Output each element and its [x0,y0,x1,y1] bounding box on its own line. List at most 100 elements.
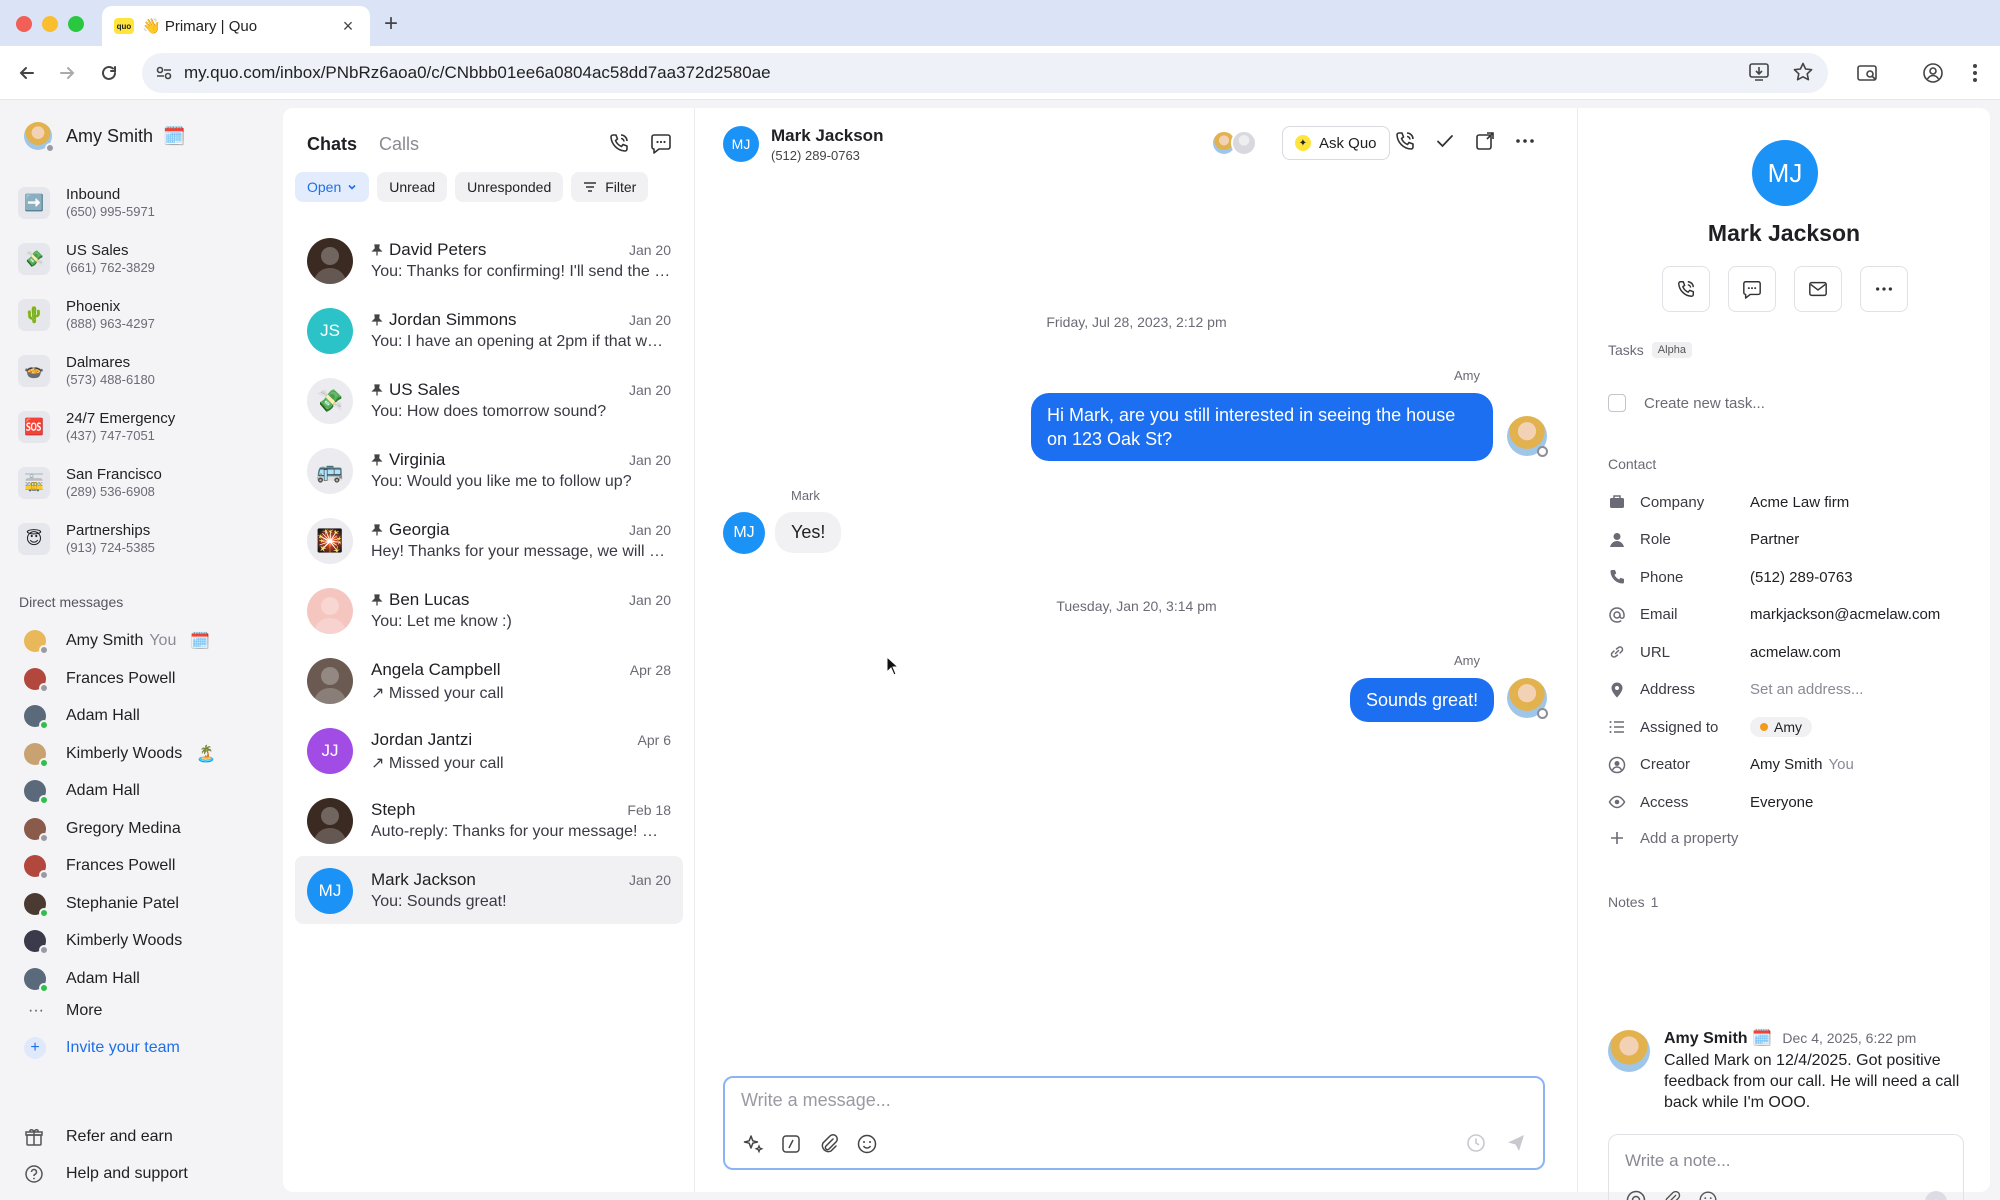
ai-sparkle-icon[interactable] [741,1132,765,1156]
outgoing-message[interactable]: Hi Mark, are you still interested in see… [1031,393,1493,461]
direct-message-item[interactable]: Adam Hall [24,967,140,993]
direct-message-item[interactable]: Stephanie Patel [24,892,179,918]
more-options-icon[interactable] [1514,130,1536,152]
direct-message-item[interactable]: Amy Smith You 🗓️ [24,630,210,655]
install-app-icon[interactable] [1748,61,1770,83]
new-tab-icon[interactable]: + [384,10,398,38]
forward-arrow-icon[interactable] [52,58,82,88]
chat-list-item[interactable]: 💸 US Sales Jan 20 You: How does tomorrow so… [295,366,683,434]
new-message-icon[interactable] [650,132,672,154]
bookmark-star-icon[interactable] [1792,61,1814,83]
contact-avatar[interactable]: MJ [723,126,759,162]
contact-call-button[interactable] [1662,266,1710,312]
direct-message-item[interactable]: Frances Powell [24,855,175,880]
direct-message-item[interactable]: Gregory Medina [24,817,181,843]
address-bar[interactable]: my.quo.com/inbox/PNbRz6aoa0/c/CNbbb01ee6… [142,53,1828,93]
mark-done-check-icon[interactable] [1434,130,1456,152]
contact-property-role[interactable]: Role Partner [1608,528,1978,552]
contact-name[interactable]: Mark Jackson [1578,220,1990,247]
open-panel-icon[interactable] [1474,130,1496,152]
direct-message-item[interactable]: Adam Hall [24,780,140,805]
note-attachment-icon[interactable] [1661,1189,1683,1200]
help-support-button[interactable]: Help and support [24,1164,188,1184]
chat-list-item[interactable]: Steph Feb 18 Auto-reply: Thanks for your m… [295,786,683,854]
filter-unread[interactable]: Unread [377,172,448,202]
inbox-item[interactable]: 💸 US Sales (661) 762-3829 [18,242,155,276]
participants-avatars[interactable] [1211,130,1257,156]
inbox-item[interactable]: 🍲 Dalmares (573) 488-6180 [18,354,155,388]
browser-tab[interactable]: quo 👋 Primary | Quo × [102,6,370,46]
emoji-icon[interactable] [855,1132,879,1156]
call-icon[interactable] [1394,130,1416,152]
inbox-item[interactable]: 😇 Partnerships (913) 724-5385 [18,522,155,556]
current-user[interactable]: Amy Smith 🗓️ [24,122,185,153]
contact-property-creator[interactable]: Creator Amy Smith You [1608,753,1978,777]
tab-close-icon[interactable]: × [338,16,358,37]
chat-list-item[interactable]: Ben Lucas Jan 20 You: Let me know :) [295,576,683,644]
message-input[interactable] [741,1090,1521,1111]
tab-calls[interactable]: Calls [379,134,419,155]
contact-property-company[interactable]: Company Acme Law firm [1608,490,1978,514]
note-send-arrow-icon[interactable]: ↑ [1925,1191,1947,1200]
inbox-item[interactable]: 🚋 San Francisco (289) 536-6908 [18,466,162,500]
back-arrow-icon[interactable] [12,58,42,88]
contact-property-email[interactable]: Email markjackson@acmelaw.com [1608,603,1978,627]
task-checkbox[interactable] [1608,394,1626,412]
direct-message-item[interactable]: Kimberly Woods 🏝️ [24,742,216,768]
note-emoji-icon[interactable] [1697,1189,1719,1200]
more-button[interactable]: ··· More [24,1002,102,1020]
site-settings-icon[interactable] [154,63,174,83]
contact-more-button[interactable] [1860,266,1908,312]
add-property-button[interactable]: Add a property [1608,826,1978,850]
filter-unresponded[interactable]: Unresponded [455,172,564,202]
filter-open[interactable]: Open [295,172,370,202]
window-zoom-button[interactable] [68,16,84,32]
inbox-number: (573) 488-6180 [66,372,155,387]
outgoing-message[interactable]: Sounds great! [1350,678,1495,722]
reload-icon[interactable] [94,58,124,88]
contact-property-url[interactable]: URL acmelaw.com [1608,640,1978,664]
assignee-chip[interactable]: Amy [1750,717,1812,737]
direct-message-item[interactable]: Adam Hall [24,705,140,730]
tab-chats[interactable]: Chats [307,134,357,155]
snippet-slash-icon[interactable] [779,1132,803,1156]
window-close-button[interactable] [16,16,32,32]
note-input[interactable] [1625,1151,1945,1171]
chat-list-item[interactable]: Angela Campbell Apr 28 ↗ Missed your call [295,646,683,714]
inbox-name: Partnerships [66,522,151,539]
invite-team-button[interactable]: + Invite your team [24,1037,180,1059]
contact-property-address[interactable]: Address Set an address... [1608,678,1978,702]
chat-list-item[interactable]: David Peters Jan 20 You: Thanks for confir… [295,226,683,294]
chat-list-item[interactable]: MJ Mark Jackson Jan 20 You: Sounds great! [295,856,683,924]
refer-earn-button[interactable]: Refer and earn [24,1127,173,1147]
send-icon[interactable] [1505,1132,1527,1154]
new-call-icon[interactable] [608,132,630,154]
profile-icon[interactable] [1918,58,1948,88]
incoming-message[interactable]: Yes! [775,512,842,553]
attachment-icon[interactable] [817,1132,841,1156]
contact-email-button[interactable] [1794,266,1842,312]
contact-message-button[interactable] [1728,266,1776,312]
contact-property-access[interactable]: Access Everyone [1608,790,1978,814]
direct-message-item[interactable]: Frances Powell [24,667,175,693]
chat-list-item[interactable]: JJ Jordan Jantzi Apr 6 ↗ Missed your call [295,716,683,784]
chat-list-item[interactable]: 🎇 Georgia Jan 20 Hey! Thanks for your messa… [295,506,683,574]
schedule-clock-icon[interactable] [1465,1132,1487,1154]
alpha-badge: Alpha [1651,342,1692,358]
inbox-item[interactable]: ➡️ Inbound (650) 995-5971 [18,186,155,220]
contact-property-assigned-to[interactable]: Assigned to Amy [1608,715,1978,739]
conversation-contact-name[interactable]: Mark Jackson [771,126,883,146]
chat-list-item[interactable]: JS Jordan Simmons Jan 20 You: I have an ope… [295,296,683,364]
ask-quo-button[interactable]: ✦ Ask Quo [1282,126,1390,160]
direct-message-item[interactable]: Kimberly Woods [24,930,182,955]
create-task-row[interactable]: Create new task... [1608,394,1765,412]
inbox-item[interactable]: 🆘 24/7 Emergency (437) 747-7051 [18,410,175,444]
contact-property-phone[interactable]: Phone (512) 289-0763 [1608,565,1978,589]
filter-button[interactable]: Filter [571,172,649,202]
window-minimize-button[interactable] [42,16,58,32]
mention-at-icon[interactable] [1625,1189,1647,1200]
browser-menu-icon[interactable] [1960,58,1990,88]
side-panel-icon[interactable] [1852,58,1882,88]
chat-list-item[interactable]: 🚌 Virginia Jan 20 You: Would you like me to… [295,436,683,504]
inbox-item[interactable]: 🌵 Phoenix (888) 963-4297 [18,298,155,332]
